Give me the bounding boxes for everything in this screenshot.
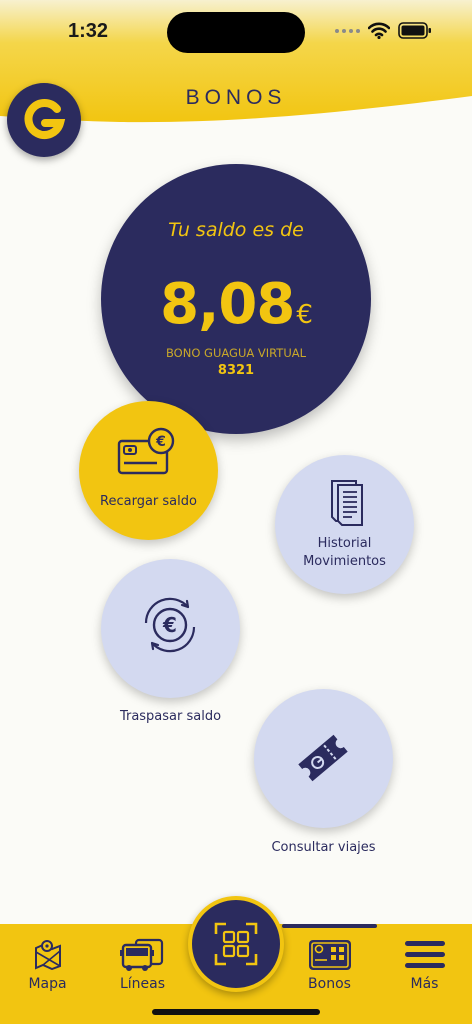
tab-lineas[interactable]: Líneas — [95, 924, 190, 1004]
bono-card-icon — [308, 940, 351, 970]
history-label: Historial Movimientos — [275, 535, 414, 571]
balance-currency: € — [296, 300, 313, 330]
status-bar: 1:32 — [0, 0, 472, 62]
history-label-line1: Historial — [317, 536, 372, 551]
tab-mapa-label: Mapa — [28, 976, 67, 992]
scan-qr-button[interactable] — [188, 896, 284, 992]
bus-icon — [119, 938, 163, 971]
svg-text:€: € — [155, 434, 166, 450]
menu-icon — [404, 941, 445, 968]
card-euro-icon: € — [117, 427, 175, 475]
recharge-label: Recargar saldo — [100, 494, 197, 509]
tab-mas[interactable]: Más — [377, 924, 472, 1004]
wifi-icon — [368, 22, 390, 39]
status-icons — [334, 22, 432, 39]
transfer-button[interactable]: € — [101, 559, 240, 698]
card-type: BONO GUAGUA VIRTUAL — [165, 346, 307, 360]
balance-card: Tu saldo es de 8,08€ BONO GUAGUA VIRTUAL… — [101, 164, 371, 434]
history-label-line2: Movimientos — [303, 554, 386, 569]
ticket-icon — [298, 734, 348, 782]
g-logo-icon[interactable] — [7, 83, 81, 157]
scan-qr-icon — [214, 922, 258, 966]
tab-mapa[interactable]: Mapa — [0, 924, 95, 1004]
trips-label[interactable]: Consultar viajes — [254, 839, 393, 857]
card-number: 8321 — [217, 363, 255, 378]
balance-amount: 8,08 — [160, 272, 295, 337]
balance-amount-row: 8,08€ — [101, 272, 371, 337]
tab-bonos[interactable]: Bonos — [282, 924, 377, 1004]
recharge-button[interactable]: € Recargar saldo — [79, 401, 218, 540]
euro-refresh-icon: € — [144, 597, 196, 653]
history-button[interactable]: Historial Movimientos — [275, 455, 414, 594]
transfer-label[interactable]: Traspasar saldo — [101, 708, 240, 726]
balance-label: Tu saldo es de — [168, 219, 304, 241]
home-indicator[interactable] — [152, 1009, 320, 1015]
svg-text:€: € — [162, 613, 177, 637]
map-icon — [34, 940, 61, 970]
tab-active-indicator — [282, 924, 377, 928]
trips-button[interactable] — [254, 689, 393, 828]
signal-icon — [335, 28, 360, 33]
tab-lineas-label: Líneas — [119, 976, 166, 992]
tab-bonos-label: Bonos — [308, 976, 351, 992]
tab-mas-label: Más — [410, 976, 439, 992]
battery-icon — [398, 22, 431, 39]
g-logo-glyph — [24, 99, 66, 139]
status-time: 1:32 — [68, 20, 109, 42]
dynamic-island — [167, 12, 305, 53]
documents-icon — [331, 480, 363, 526]
